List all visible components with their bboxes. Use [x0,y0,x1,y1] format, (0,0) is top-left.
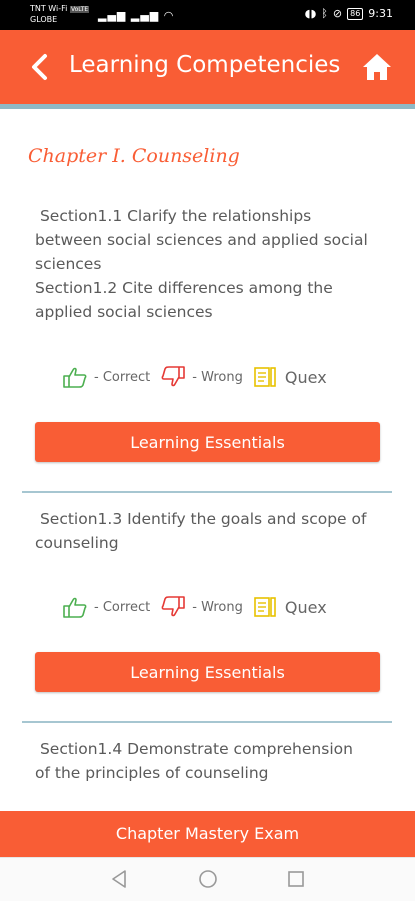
carrier-info: TNT Wi-Fi VoLTE GLOBE [30,4,90,25]
home-icon[interactable] [361,52,393,82]
headset-icon: ◖◗ [304,7,317,20]
system-nav-bar [0,857,415,901]
nav-back-icon[interactable] [108,868,130,890]
volte-badge: VoLTE [69,6,90,13]
chapter-mastery-exam-button[interactable]: Chapter Mastery Exam [0,811,415,857]
wrong-label: - Wrong [192,369,243,385]
quex-label: Quex [284,367,327,387]
battery-icon: 86 [347,7,364,20]
thumbs-up-icon [63,597,87,618]
thumbs-down-icon [161,596,186,617]
mute-icon: ⊘ [332,7,343,20]
correct-label: - Correct [94,369,151,385]
section-text: Section1.2 Cite differences among the ap… [35,279,333,321]
section-group-2: Section1.3 Identify the goals and scope … [35,507,395,555]
correct-label: - Correct [94,599,151,615]
carrier-name: TNT Wi-Fi [30,4,68,13]
section-text: Section1.1 Clarify the relationships bet… [35,207,368,273]
competencies-list[interactable]: Chapter I. Counseling Section1.1 Clarify… [0,109,415,811]
quiz-notebook-icon [254,597,276,617]
status-bar: TNT Wi-Fi VoLTE GLOBE ▂▄▆ ▂▄▆ ◠ ◖◗ ᛒ ⊘ 8… [0,0,415,30]
section-group-3: Section1.4 Demonstrate comprehension of … [35,737,395,785]
bluetooth-icon: ᛒ [321,7,328,20]
section-text: Section1.4 Demonstrate comprehension of … [35,740,353,782]
section-text: Section1.3 Identify the goals and scope … [35,510,367,552]
section-group-1: Section1.1 Clarify the relationships bet… [35,204,395,324]
quiz-notebook-icon [254,367,276,387]
correct-indicator[interactable]: - Correct [62,366,150,388]
thumbs-up-icon [63,367,87,388]
quex-indicator[interactable]: Quex [253,596,327,618]
clock: 9:31 [368,7,393,20]
page-title: Learning Competencies [69,52,341,78]
feedback-row: - Correct - Wrong Quex [62,366,337,388]
feedback-row: - Correct - Wrong Quex [62,596,337,618]
section-divider [22,491,392,493]
learning-essentials-button[interactable]: Learning Essentials [35,652,380,692]
nav-recents-icon[interactable] [285,868,307,890]
learning-essentials-button[interactable]: Learning Essentials [35,422,380,462]
quex-label: Quex [284,597,327,617]
status-right: ◖◗ ᛒ ⊘ 86 9:31 [305,7,393,20]
chapter-title: Chapter I. Counseling [28,145,240,167]
correct-indicator[interactable]: - Correct [62,596,150,618]
wrong-indicator[interactable]: - Wrong [160,366,243,388]
signal-icon: ▂▄▆ ▂▄▆ ◠ [98,9,175,22]
quex-indicator[interactable]: Quex [253,366,327,388]
thumbs-down-icon [161,366,186,387]
wrong-label: - Wrong [192,599,243,615]
carrier-name-2: GLOBE [30,15,58,24]
chevron-left-icon[interactable] [26,50,56,84]
app-bar: Learning Competencies [0,30,415,109]
section-divider [22,721,392,723]
nav-home-icon[interactable] [197,868,219,890]
wrong-indicator[interactable]: - Wrong [160,596,243,618]
